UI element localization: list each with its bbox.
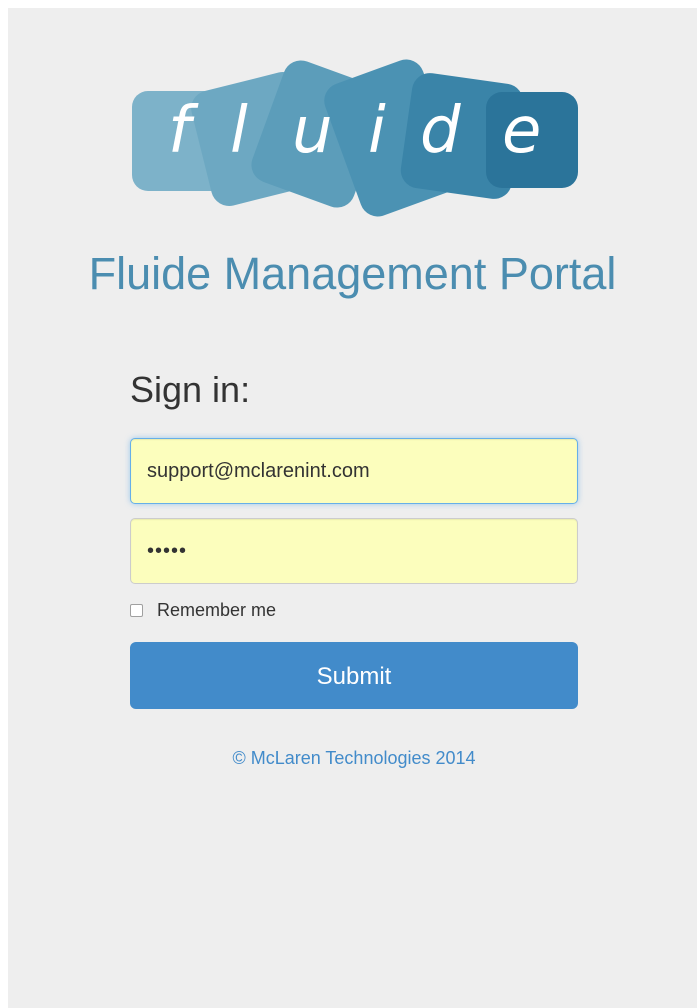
remember-me-checkbox[interactable]	[130, 603, 143, 617]
submit-button[interactable]: Submit	[130, 642, 578, 709]
login-page: f l u i d e Fluide Management Portal Sig…	[8, 8, 697, 1008]
email-field[interactable]	[130, 438, 578, 504]
copyright-footer: © McLaren Technologies 2014	[232, 748, 476, 768]
remember-me-row[interactable]: Remember me	[130, 598, 276, 622]
password-field[interactable]	[130, 518, 578, 584]
remember-me-label: Remember me	[157, 600, 277, 620]
portal-title: Fluide Management Portal	[88, 248, 617, 299]
fluide-logo: f l u i d e	[130, 56, 580, 224]
signin-heading: Sign in:	[130, 369, 251, 410]
logo-tiles-graphic	[132, 59, 578, 217]
